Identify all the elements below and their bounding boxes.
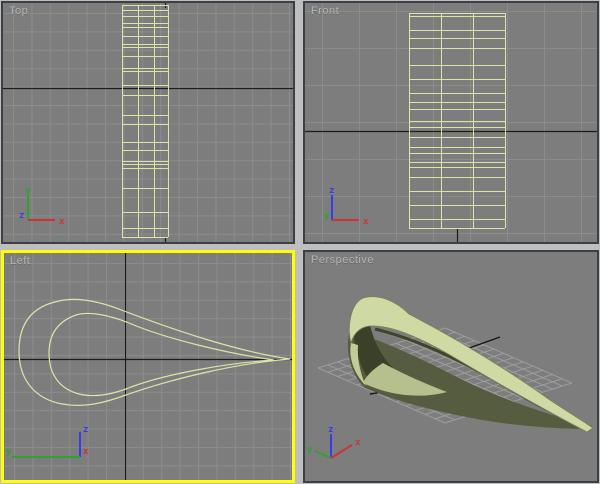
- viewport-perspective[interactable]: Perspective z y x: [303, 250, 599, 483]
- model-perspective-ribbon[interactable]: [347, 296, 594, 433]
- top-axis-z-label: z: [19, 211, 24, 221]
- left-axis-y-label: y: [6, 447, 12, 457]
- viewport-perspective-label[interactable]: Perspective: [311, 254, 374, 266]
- perspective-axis-tripod-icon: z y x: [307, 425, 361, 459]
- top-grid: [3, 3, 293, 242]
- viewport-front-canvas: z x y: [305, 3, 597, 242]
- front-axis-z-label: z: [329, 186, 334, 196]
- viewport-top[interactable]: Top y x z: [1, 1, 295, 244]
- perspective-axis-x-label: x: [355, 438, 361, 448]
- top-axis-y-label: y: [25, 186, 31, 196]
- top-axis-x-label: x: [59, 217, 65, 227]
- perspective-axis-z-label: z: [328, 425, 333, 435]
- viewport-front-label[interactable]: Front: [311, 5, 339, 17]
- left-axis-z-label: z: [83, 425, 88, 435]
- front-axis-y-label: y: [324, 211, 330, 221]
- front-axis-x-label: x: [363, 217, 369, 227]
- viewport-top-label[interactable]: Top: [9, 5, 28, 17]
- viewport-left[interactable]: Left z y x: [1, 250, 295, 483]
- left-grid: [4, 253, 292, 480]
- viewport-left-canvas: z y x: [4, 253, 292, 480]
- viewport-top-canvas: y x z: [3, 3, 293, 242]
- viewport-perspective-canvas: z y x: [305, 296, 597, 459]
- viewport-left-label[interactable]: Left: [10, 255, 30, 267]
- viewport-front[interactable]: Front z x y: [303, 1, 599, 244]
- left-axis-x-label: x: [83, 447, 89, 457]
- perspective-axis-y-label: y: [307, 445, 313, 455]
